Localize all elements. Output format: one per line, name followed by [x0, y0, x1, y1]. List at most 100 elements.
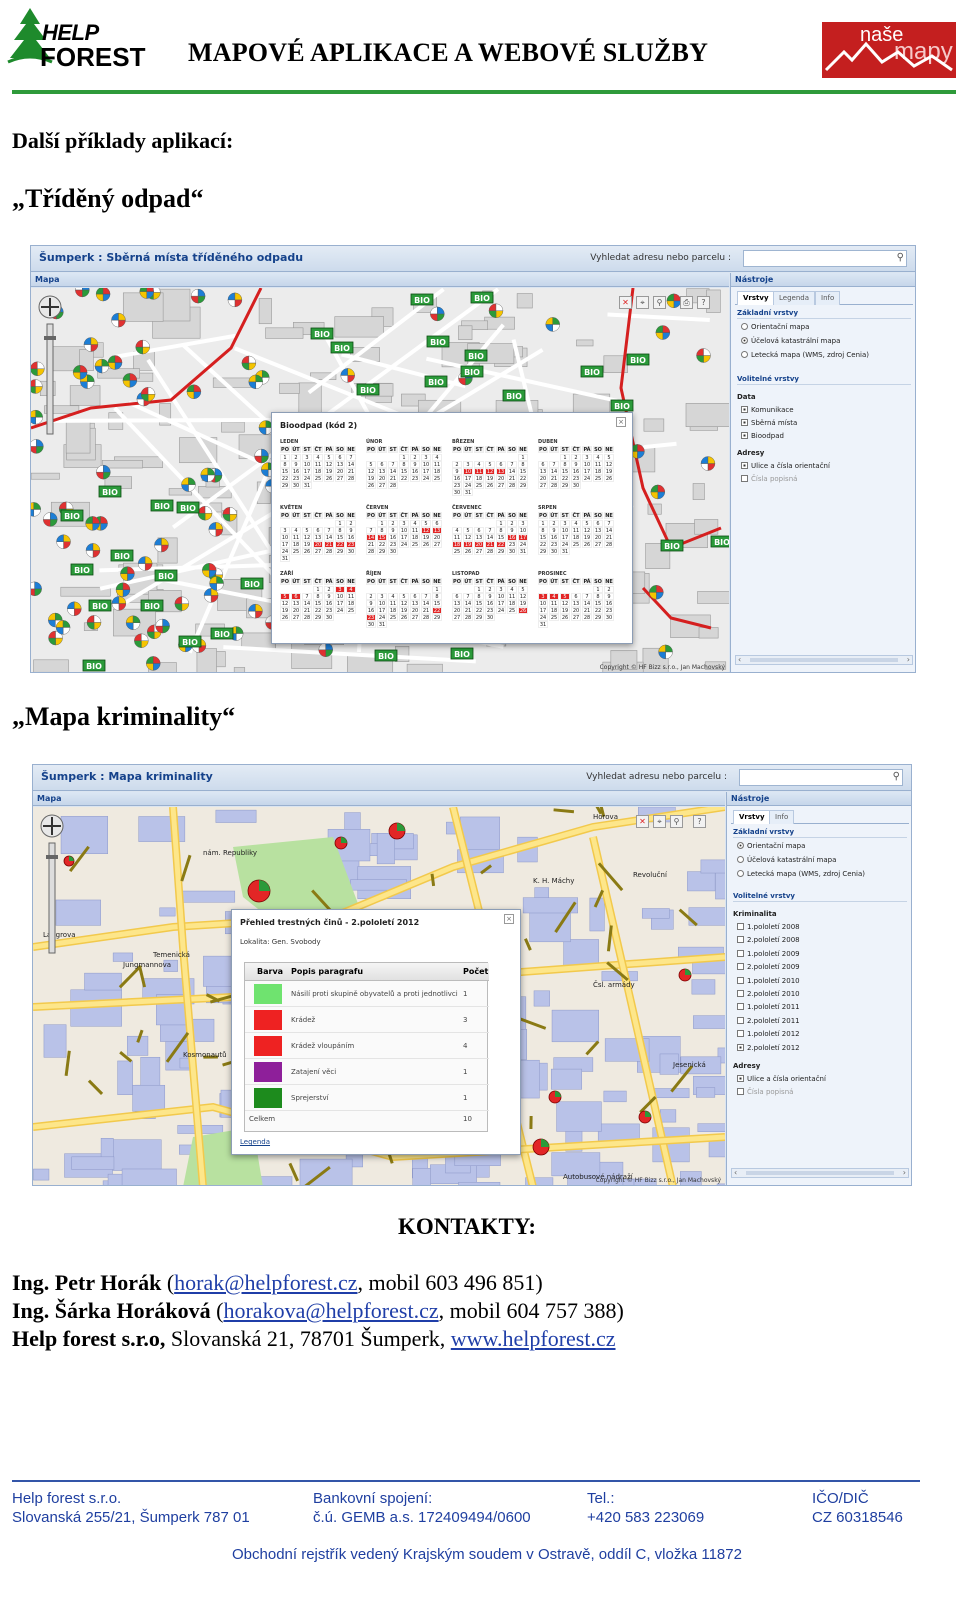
- search-icon[interactable]: ⚲: [893, 771, 900, 782]
- calendar-day: 22: [538, 541, 548, 548]
- crime-layer-option[interactable]: 2.pololetí 2010: [737, 990, 800, 998]
- crime-layer-option[interactable]: 1.pololetí 2010: [737, 976, 800, 985]
- address-layer-option[interactable]: Čísla popisná: [737, 1088, 793, 1096]
- weekday-header: ST: [388, 446, 398, 453]
- weekday-header: ÚT: [463, 512, 473, 519]
- calendar-day: 9: [324, 593, 334, 600]
- radio-icon[interactable]: [741, 351, 748, 358]
- checkbox-icon[interactable]: [737, 1088, 744, 1095]
- side-scrollbar[interactable]: ‹ ›: [735, 655, 913, 665]
- calendar-day: 24: [421, 475, 431, 482]
- data-layer-option[interactable]: Sběrná místa: [741, 419, 797, 427]
- email-link[interactable]: horak@helpforest.cz: [174, 1270, 357, 1295]
- calendar-day: 22: [313, 607, 323, 614]
- bio-marker: BIO: [88, 599, 112, 612]
- checkbox-icon[interactable]: [737, 963, 744, 971]
- waste-point-marker: [154, 537, 169, 553]
- zoom-tool-icon[interactable]: ⚲: [653, 296, 666, 309]
- data-layer-option[interactable]: Komunikace: [741, 406, 794, 414]
- tab-info[interactable]: Info: [769, 810, 795, 824]
- checkbox-icon[interactable]: [741, 432, 748, 439]
- checkbox-icon[interactable]: [737, 1043, 744, 1051]
- measure-tool-icon[interactable]: ⌖: [636, 296, 649, 309]
- map-canvas[interactable]: Horova Revoluční K. H. Máchy Langrova Temeni…: [33, 807, 725, 1185]
- close-icon[interactable]: ×: [504, 914, 514, 924]
- crime-layer-option[interactable]: 1.pololetí 2012: [737, 1030, 800, 1038]
- footer-phone-label: Tel.:: [587, 1490, 615, 1507]
- checkbox-icon[interactable]: [737, 923, 744, 930]
- map-canvas[interactable]: BIO BIO BIO BIO BIO BIO BIO BIO BIO BIO BIO BIO BIO B…: [31, 288, 729, 672]
- crime-layer-option[interactable]: 2.pololetí 2009: [737, 963, 800, 971]
- tab-layers[interactable]: Vrstvy: [737, 291, 775, 305]
- data-layer-option[interactable]: Bioodpad: [741, 432, 784, 440]
- base-layer-option[interactable]: Letecká mapa (WMS, zdroj Cenia): [737, 870, 865, 878]
- crime-layer-option[interactable]: 1.pololetí 2011: [737, 1003, 800, 1011]
- tab-legend[interactable]: Legenda: [773, 291, 816, 305]
- radio-icon[interactable]: [737, 856, 744, 863]
- base-layer-option[interactable]: Orientační mapa: [741, 323, 809, 331]
- zoom-tool-icon[interactable]: ⚲: [670, 815, 683, 828]
- calendar-day: 27: [335, 475, 345, 482]
- zoom-slider[interactable]: [37, 811, 67, 961]
- measure-tool-icon[interactable]: ⌖: [653, 815, 666, 828]
- clear-tool-icon[interactable]: ✕: [636, 815, 649, 828]
- checkbox-icon[interactable]: [741, 462, 748, 469]
- checkbox-icon[interactable]: [737, 1075, 744, 1082]
- email-link[interactable]: horakova@helpforest.cz: [223, 1298, 438, 1323]
- weekday-header: NE: [604, 512, 614, 519]
- legend-link[interactable]: Legenda: [240, 1138, 270, 1146]
- side-scrollbar[interactable]: ‹ ›: [731, 1168, 909, 1178]
- calendar-day: 15: [377, 534, 387, 541]
- popup-locality: Lokalita: Gen. Svobody: [240, 938, 321, 946]
- checkbox-icon[interactable]: [737, 1016, 744, 1024]
- checkbox-icon[interactable]: [737, 990, 744, 997]
- website-link[interactable]: www.helpforest.cz: [451, 1326, 616, 1351]
- checkbox-icon[interactable]: [741, 406, 748, 413]
- search-input[interactable]: ⚲: [739, 769, 903, 786]
- tab-info[interactable]: Info: [815, 291, 841, 305]
- crime-layer-option[interactable]: 2.pololetí 2012: [737, 1043, 800, 1052]
- base-layer-option[interactable]: Orientační mapa: [737, 842, 805, 850]
- address-layer-option[interactable]: Ulice a čísla orientační: [741, 462, 830, 470]
- calendar-day: 8: [335, 527, 345, 534]
- calendar-day: 2: [604, 586, 614, 593]
- base-layer-option[interactable]: Letecká mapa (WMS, zdroj Cenia): [741, 351, 869, 359]
- help-tool-icon[interactable]: ?: [693, 815, 706, 828]
- tab-layers[interactable]: Vrstvy: [733, 810, 771, 824]
- checkbox-icon[interactable]: [737, 936, 744, 944]
- address-layer-option[interactable]: Čísla popisná: [741, 475, 797, 483]
- calendar-day: 15: [474, 600, 484, 607]
- radio-icon[interactable]: [737, 842, 744, 849]
- search-icon[interactable]: ⚲: [897, 252, 904, 263]
- radio-icon[interactable]: [737, 870, 744, 877]
- crime-description: Sprejerství: [291, 1094, 329, 1102]
- calendar-day: 16: [388, 534, 398, 541]
- crime-layer-option[interactable]: 2.pololetí 2008: [737, 936, 800, 944]
- checkbox-icon[interactable]: [741, 419, 748, 426]
- calendar-day: 30: [388, 548, 398, 555]
- radio-icon[interactable]: [741, 323, 748, 330]
- radio-icon[interactable]: [741, 337, 748, 344]
- close-icon[interactable]: ×: [616, 417, 626, 427]
- checkbox-icon[interactable]: [737, 1030, 744, 1038]
- checkbox-icon[interactable]: [737, 949, 744, 957]
- calendar-day: 8: [474, 593, 484, 600]
- base-layer-option[interactable]: Účelová katastrální mapa: [737, 856, 836, 864]
- crime-layer-option[interactable]: 1.pololetí 2009: [737, 949, 800, 958]
- calendar-day: 19: [485, 475, 495, 482]
- zoom-slider[interactable]: [35, 292, 65, 442]
- checkbox-icon[interactable]: [737, 1003, 744, 1011]
- crime-layer-option[interactable]: 1.pololetí 2008: [737, 923, 800, 931]
- checkbox-icon[interactable]: [741, 475, 748, 482]
- checkbox-icon[interactable]: [737, 976, 744, 984]
- print-tool-icon[interactable]: ⎙: [680, 296, 693, 309]
- building-shape: [258, 298, 272, 325]
- address-layer-option[interactable]: Ulice a čísla orientační: [737, 1075, 826, 1083]
- crime-popup: Přehled trestných činů - 2.pololetí 2012…: [231, 909, 521, 1155]
- base-layer-option[interactable]: Účelová katastrální mapa: [741, 337, 840, 345]
- help-tool-icon[interactable]: ?: [697, 296, 710, 309]
- clear-tool-icon[interactable]: ✕: [619, 296, 632, 309]
- crime-layer-option[interactable]: 2.pololetí 2011: [737, 1016, 800, 1025]
- weekday-header: PO: [538, 512, 548, 519]
- search-input[interactable]: ⚲: [743, 250, 907, 267]
